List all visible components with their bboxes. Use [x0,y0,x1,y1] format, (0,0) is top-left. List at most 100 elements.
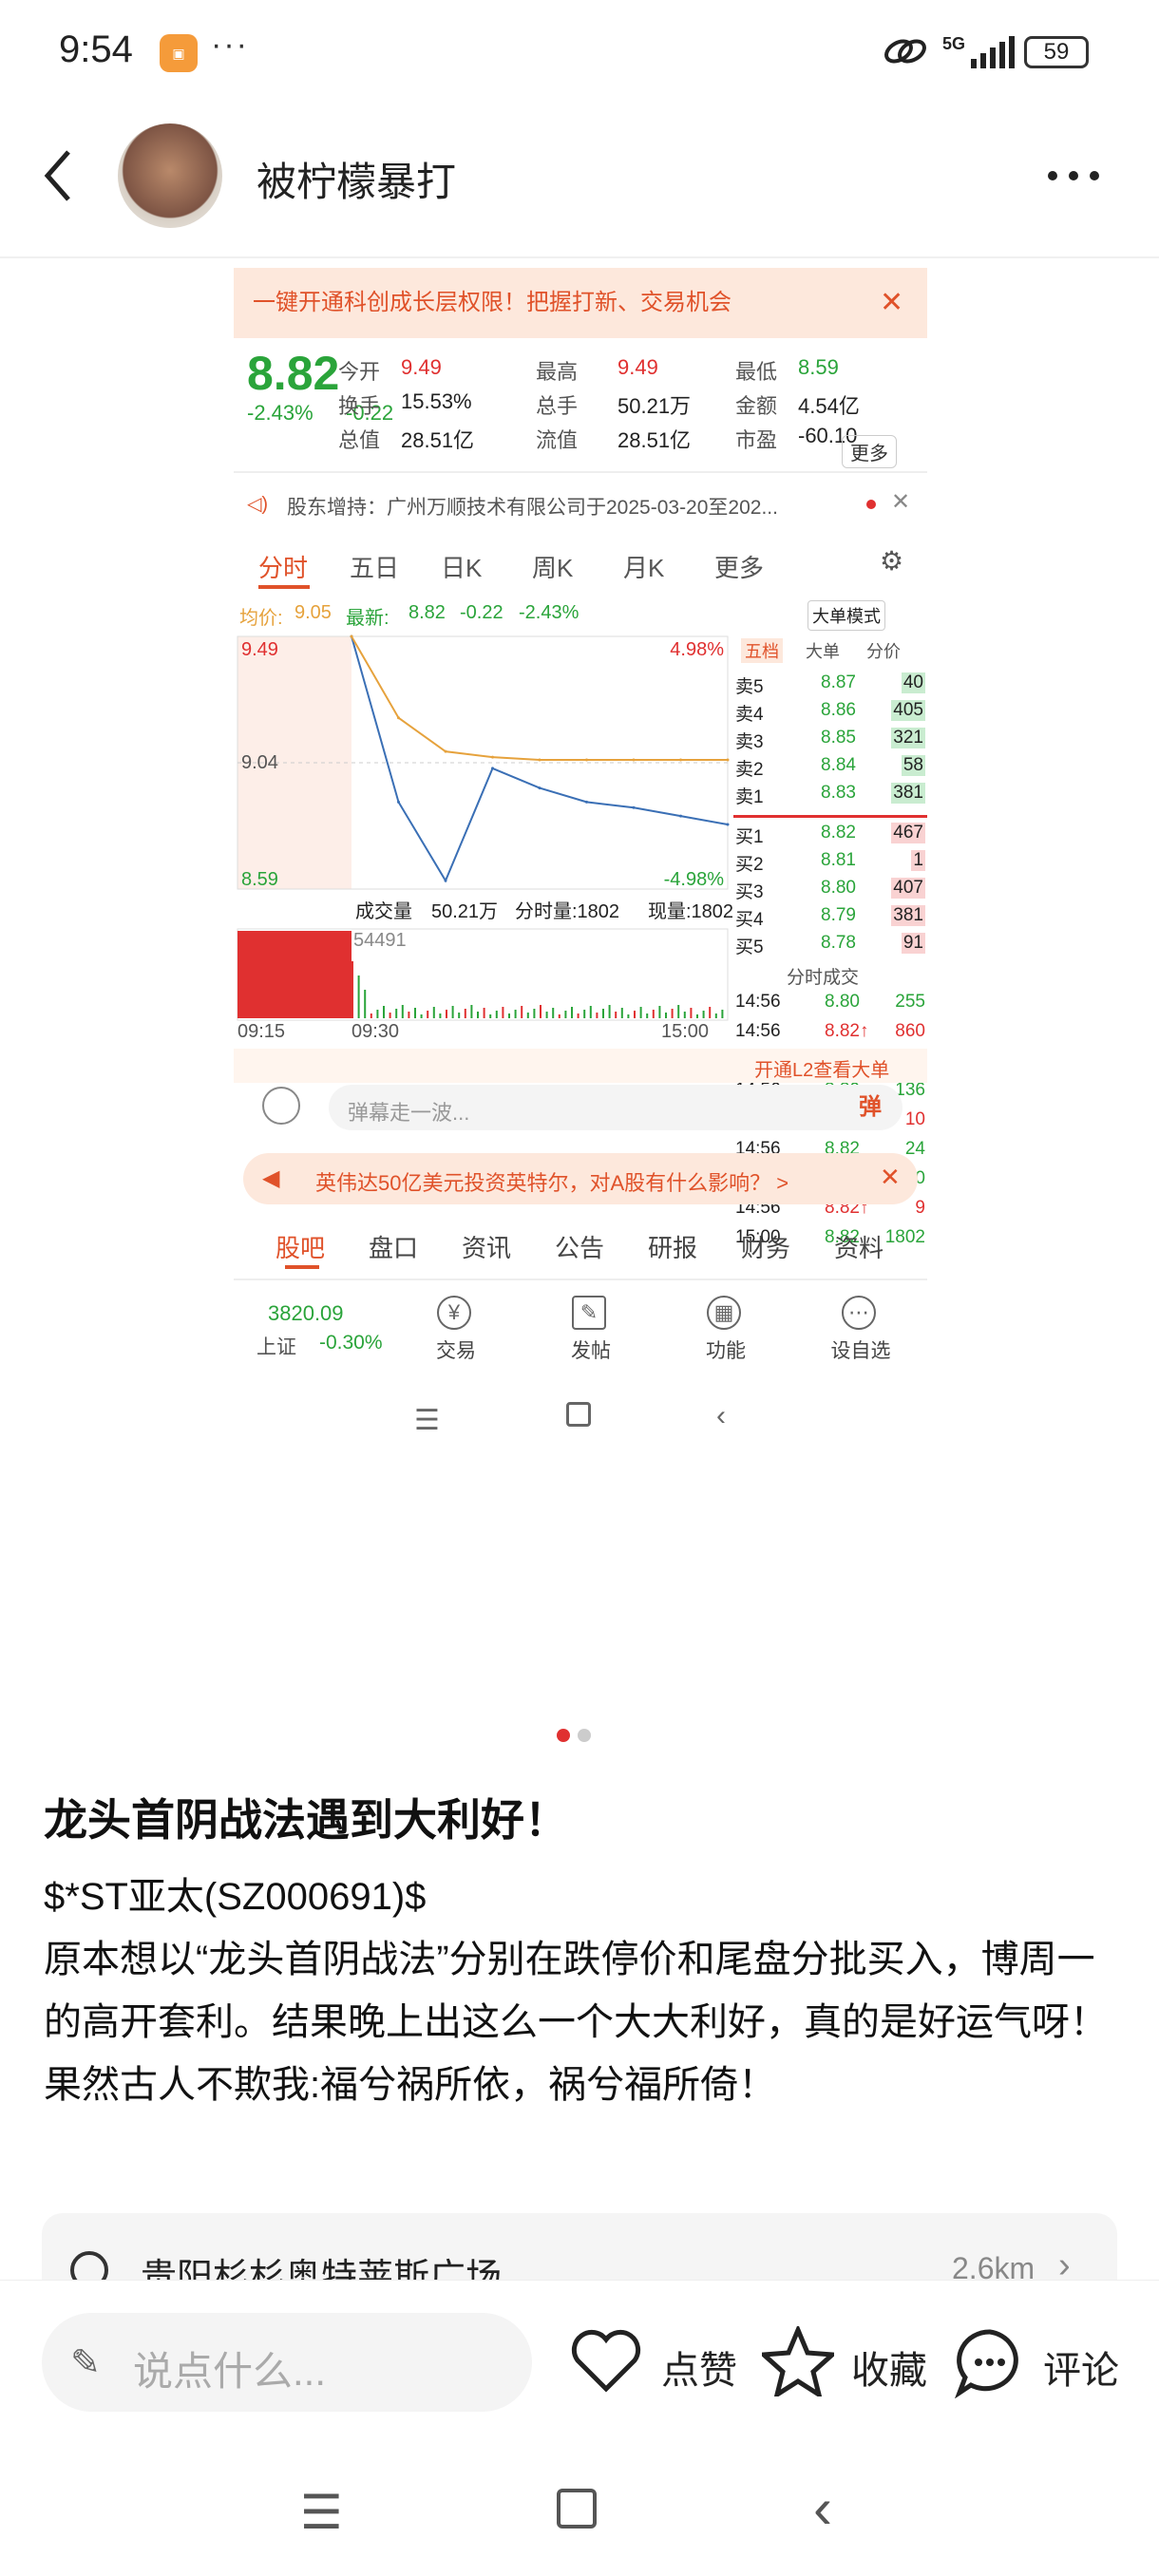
danmu-toggle-button[interactable]: 弹 [851,1089,889,1127]
news-banner[interactable]: ◀ 英伟达50亿美元投资英特尔，对A股有什么影响？ > ✕ [243,1153,918,1204]
asks-price: 8.83 [821,783,856,803]
volume-bar [514,1010,517,1018]
nav-label-0[interactable]: 交易 [426,1335,486,1364]
volume-bar [652,1010,655,1018]
back-icon[interactable]: ‹ [813,2475,832,2541]
close-icon[interactable]: ✕ [880,268,903,338]
edit-icon[interactable]: ✎ [572,1296,606,1330]
status-bar: 9:54 ▣ ··· 5G 59 [0,0,1159,104]
tick-volume: 24 [904,1139,925,1159]
stat-value: 50.21万 [618,394,692,418]
heart-icon [571,2329,641,2393]
sub-tab-6[interactable]: 资料 [834,1229,884,1264]
yen-icon[interactable]: ¥ [437,1296,471,1330]
tick-volume: 10 [904,1109,925,1129]
tab-1[interactable]: 五日 [350,549,399,584]
book-tab-1[interactable]: 大单 [802,638,844,663]
sub-tab-1[interactable]: 盘口 [369,1229,418,1264]
l2-link[interactable]: 开通L2查看大单 [754,1054,889,1082]
more-circle-icon[interactable]: ⋯ [842,1296,876,1330]
chart-point [491,767,494,770]
y-tick-mid: 9.04 [241,752,278,773]
volume-bar [721,1010,724,1018]
tick-volume: 255 [895,992,925,1012]
volume-bar [489,1014,492,1018]
tick-volume: 860 [895,1021,925,1041]
asks-volume: 405 [891,700,925,721]
more-button[interactable]: 更多 [842,435,897,468]
volume-bar [495,1011,498,1018]
more-options-icon[interactable] [1045,161,1102,190]
tab-5[interactable]: 更多 [714,549,764,584]
book-tab-0[interactable]: 五档 [741,638,783,663]
close-icon[interactable]: ✕ [891,488,910,516]
sub-tab-3[interactable]: 公告 [555,1229,604,1264]
stock-ticker-link[interactable]: $*ST亚太(SZ000691)$ [44,1866,426,1921]
volume-bar [364,990,367,1018]
volume-bar [658,1006,661,1018]
danmu-settings-icon[interactable] [262,1087,300,1125]
nav-label-3[interactable]: 设自选 [830,1335,891,1364]
username[interactable]: 被柠檬暴打 [256,150,456,208]
volume-bar [401,1005,404,1018]
volume-bar [464,1009,466,1018]
back-button[interactable] [38,142,76,209]
volume-bar [702,1011,705,1018]
chart-point [585,800,588,804]
book-divider [733,815,927,818]
tick-price: 8.82↑ [825,1021,869,1041]
volume-bar [458,1013,461,1018]
sub-tabs: 股吧 盘口 资讯 公告 研报 财务 资料 [234,1218,927,1271]
divider [0,256,1159,258]
danmu-input[interactable]: 弹幕走一波... 弹 [329,1085,902,1130]
comment-button[interactable]: 评论 [954,2322,1144,2402]
volume-bar [477,1012,479,1018]
sub-tab-4[interactable]: 研报 [648,1229,697,1264]
big-order-mode-button[interactable]: 大单模式 [808,600,885,631]
settings-icon[interactable]: ⚙ [880,545,903,577]
tab-2[interactable]: 日K [441,549,482,584]
nav-label-1[interactable]: 发帖 [560,1335,621,1364]
avatar[interactable] [118,123,222,228]
favorite-button[interactable]: 收藏 [762,2322,952,2402]
chart-point [632,758,636,762]
chart-point [726,823,730,826]
sub-tab-5[interactable]: 财务 [741,1229,790,1264]
active-tab-indicator [258,585,310,589]
pager-dot[interactable] [578,1729,591,1742]
volume-total: 50.21万 [431,901,498,922]
tab-0[interactable]: 分时 [258,549,308,584]
volume-bar [427,1011,429,1018]
comment-input[interactable]: ✎ 说点什么... [42,2313,532,2412]
divider [234,471,927,473]
volume-bar [395,1009,398,1018]
asks-price: 8.86 [821,700,856,720]
bids-volume: 91 [901,933,925,954]
grid-icon[interactable]: ▦ [707,1296,741,1330]
sub-tab-0[interactable]: 股吧 [276,1229,325,1264]
post-image[interactable]: 一键开通科创成长层权限！把握打新、交易机会 ✕ 8.82 -2.43% -0.22… [234,268,927,1598]
volume-bar [352,961,353,1018]
y-tick-bottom: 8.59 [241,869,278,890]
asks-price: 8.85 [821,728,856,748]
star-icon [762,2326,834,2396]
book-tab-2[interactable]: 分价 [863,638,904,663]
asks-volume: 321 [891,728,925,748]
chart-point [491,755,494,759]
volume-bar [639,1007,642,1018]
tab-3[interactable]: 周K [532,549,573,584]
nav-label-2[interactable]: 功能 [695,1335,756,1364]
like-button[interactable]: 点赞 [570,2322,760,2402]
notice-text[interactable]: 股东增持：广州万顺技术有限公司于2025-03-20至202... [287,492,778,521]
danmu-placeholder: 弹幕走一波... [348,1101,470,1125]
volume-now: 现量:1802 [648,901,733,922]
volume-bar [571,1007,573,1018]
notice-dot [866,500,876,509]
recents-icon[interactable]: ☰ [300,2485,343,2540]
sub-tab-2[interactable]: 资讯 [462,1229,511,1264]
stat-label: 金额 [735,394,778,418]
close-icon[interactable]: ✕ [880,1163,901,1192]
home-icon[interactable] [557,2489,597,2529]
tab-4[interactable]: 月K [623,549,664,584]
promo-banner[interactable]: 一键开通科创成长层权限！把握打新、交易机会 ✕ [234,268,927,338]
